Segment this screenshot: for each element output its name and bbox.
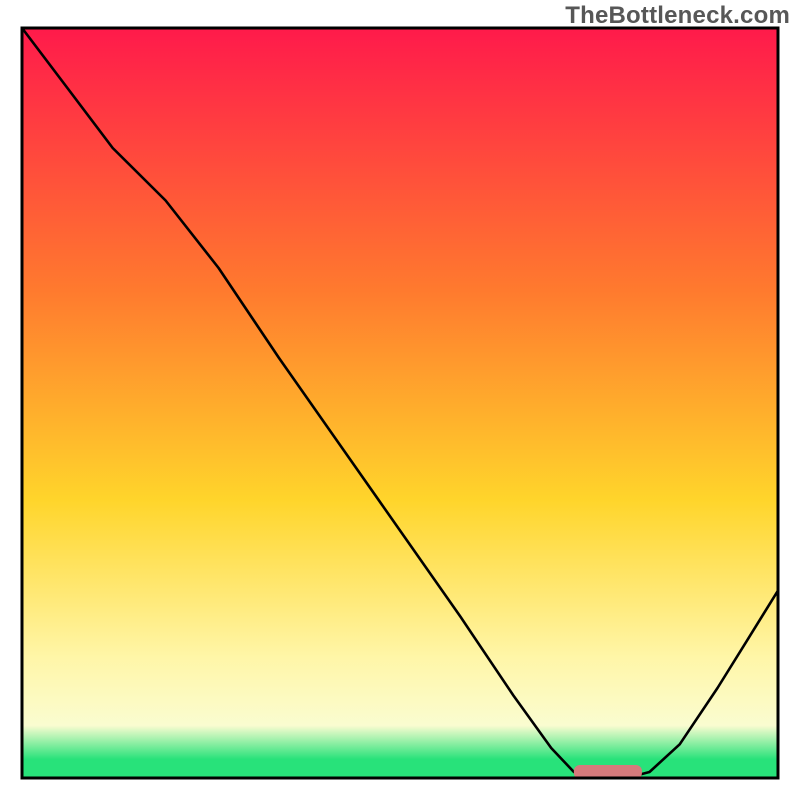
heat-gradient-background — [22, 28, 778, 778]
bottleneck-curve-chart — [0, 0, 800, 800]
